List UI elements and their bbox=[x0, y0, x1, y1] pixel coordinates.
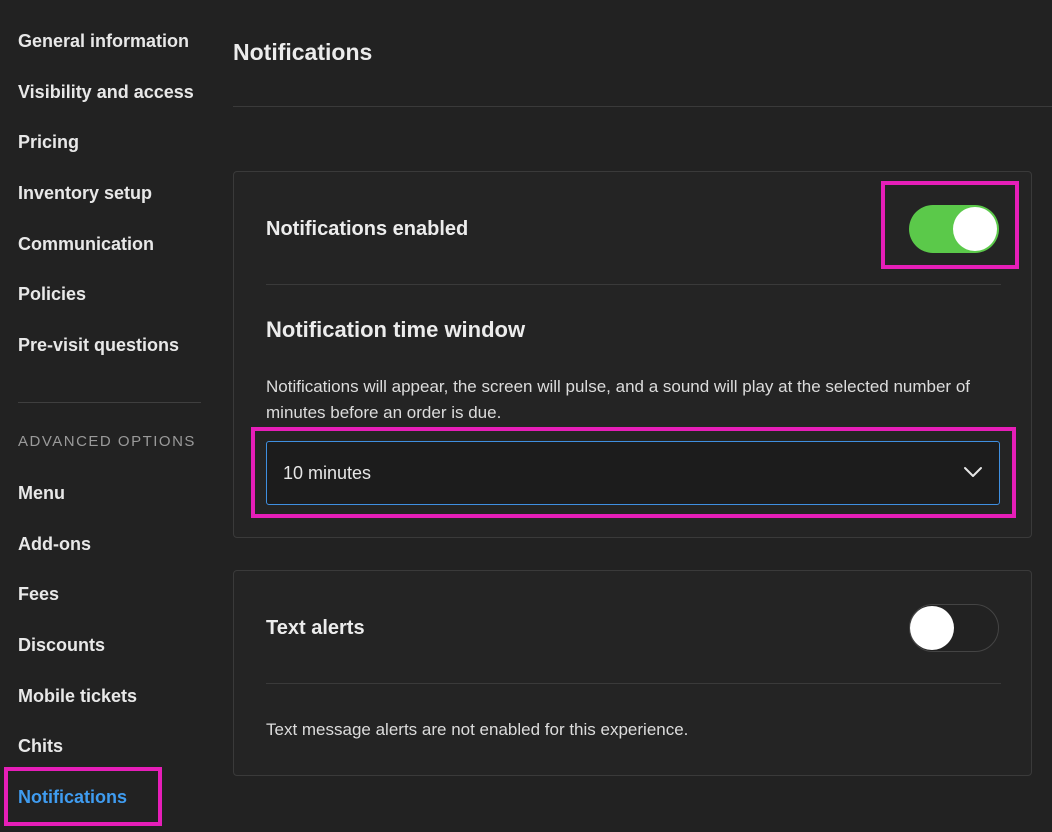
notification-time-window-description: Notifications will appear, the screen wi… bbox=[266, 377, 970, 422]
settings-app: General information Visibility and acces… bbox=[0, 0, 1052, 832]
notification-time-window-heading: Notification time window bbox=[266, 317, 526, 342]
chevron-down-icon bbox=[964, 467, 982, 477]
sidebar-item-chits[interactable]: Chits bbox=[18, 735, 63, 757]
sidebar-item-mobile-tickets[interactable]: Mobile tickets bbox=[18, 685, 137, 707]
notifications-enabled-label: Notifications enabled bbox=[266, 218, 469, 240]
title-divider bbox=[233, 106, 1052, 107]
sidebar-item-discounts[interactable]: Discounts bbox=[18, 634, 105, 656]
sidebar-item-visibility-and-access[interactable]: Visibility and access bbox=[18, 81, 194, 103]
text-alerts-label: Text alerts bbox=[266, 617, 365, 639]
card-divider bbox=[266, 284, 1001, 285]
sidebar-item-add-ons[interactable]: Add-ons bbox=[18, 533, 91, 555]
notification-time-window-select[interactable]: 10 minutes bbox=[266, 441, 1000, 505]
sidebar-item-fees[interactable]: Fees bbox=[18, 583, 59, 605]
text-alerts-card: Text alerts Text message alerts are not … bbox=[233, 570, 1032, 776]
advanced-options-label: ADVANCED OPTIONS bbox=[18, 433, 196, 450]
notifications-enabled-toggle[interactable] bbox=[909, 205, 999, 253]
sidebar-item-policies[interactable]: Policies bbox=[18, 283, 86, 305]
sidebar-item-communication[interactable]: Communication bbox=[18, 233, 154, 255]
card-divider bbox=[266, 683, 1001, 684]
toggle-knob bbox=[910, 606, 954, 650]
sidebar-divider bbox=[18, 402, 201, 403]
sidebar-item-general-information[interactable]: General information bbox=[18, 30, 189, 52]
sidebar-item-pre-visit-questions[interactable]: Pre-visit questions bbox=[18, 334, 179, 356]
sidebar-nav: General information Visibility and acces… bbox=[0, 0, 218, 832]
sidebar-item-menu[interactable]: Menu bbox=[18, 482, 65, 504]
page-title: Notifications bbox=[233, 39, 373, 65]
select-value: 10 minutes bbox=[283, 463, 372, 483]
toggle-knob bbox=[953, 207, 997, 251]
text-alerts-description: Text message alerts are not enabled for … bbox=[266, 720, 689, 739]
sidebar-item-inventory-setup[interactable]: Inventory setup bbox=[18, 182, 152, 204]
sidebar-item-notifications[interactable]: Notifications bbox=[18, 786, 127, 808]
text-alerts-toggle[interactable] bbox=[909, 604, 999, 652]
notifications-card: Notifications enabled Notification time … bbox=[233, 171, 1032, 538]
sidebar-item-pricing[interactable]: Pricing bbox=[18, 131, 79, 153]
